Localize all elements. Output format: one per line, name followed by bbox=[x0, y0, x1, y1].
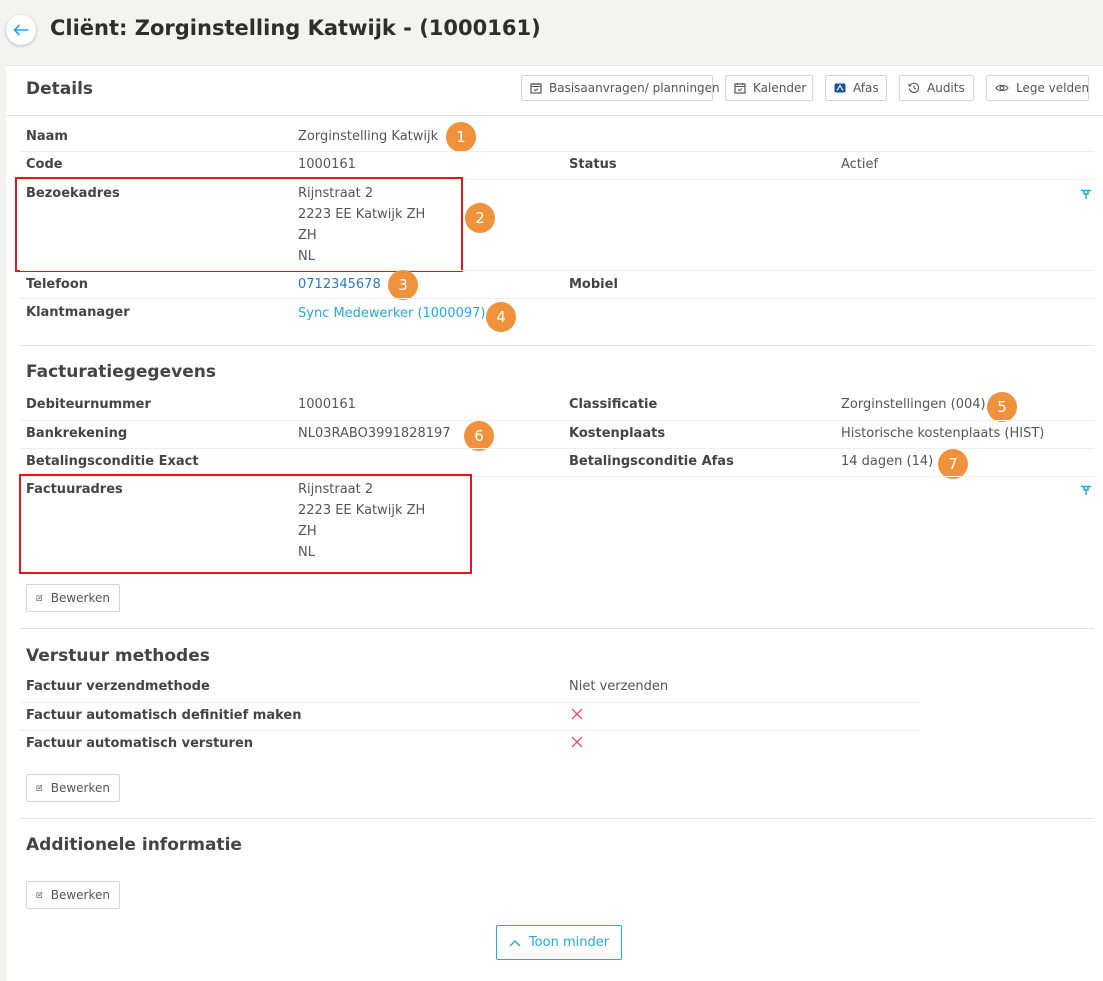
basisaanvragen-button[interactable]: Basisaanvragen/ planningen bbox=[521, 75, 720, 101]
close-icon bbox=[571, 708, 583, 720]
section-divider bbox=[20, 818, 1094, 819]
toon-minder-button[interactable]: Toon minder bbox=[496, 925, 622, 960]
row-divider bbox=[20, 270, 1094, 271]
lege-velden-button[interactable]: Lege velden bbox=[986, 75, 1089, 101]
section-divider bbox=[20, 345, 1094, 346]
lege-velden-label: Lege velden bbox=[1016, 81, 1090, 95]
verstuur-edit-button[interactable]: Bewerken bbox=[26, 774, 120, 802]
betalingsconditie-exact-label: Betalingsconditie Exact bbox=[26, 454, 199, 469]
callout-badge-3: 3 bbox=[388, 270, 418, 300]
edit-label: Bewerken bbox=[50, 781, 110, 795]
callout-badge-5: 5 bbox=[987, 392, 1017, 422]
naam-value: Zorginstelling Katwijk bbox=[298, 129, 439, 144]
pin-icon[interactable] bbox=[1080, 188, 1092, 200]
verzendmethode-label: Factuur verzendmethode bbox=[26, 679, 210, 694]
mobiel-label: Mobiel bbox=[569, 277, 618, 292]
pin-icon[interactable] bbox=[1080, 484, 1092, 496]
callout-badge-1: 1 bbox=[446, 122, 476, 152]
row-divider bbox=[20, 448, 1094, 449]
klantmanager-label: Klantmanager bbox=[26, 305, 130, 320]
back-button[interactable] bbox=[6, 15, 36, 45]
kalender-label: Kalender bbox=[753, 81, 807, 95]
page-title: Cliënt: Zorginstelling Katwijk - (100016… bbox=[50, 16, 541, 40]
row-divider bbox=[20, 151, 1094, 152]
audits-label: Audits bbox=[927, 81, 965, 95]
debiteurnummer-label: Debiteurnummer bbox=[26, 397, 151, 412]
arrow-left-icon bbox=[13, 24, 29, 36]
bankrekening-label: Bankrekening bbox=[26, 426, 128, 441]
close-icon bbox=[571, 736, 583, 748]
highlight-box bbox=[19, 474, 472, 574]
row-divider bbox=[20, 702, 920, 703]
naam-label: Naam bbox=[26, 129, 68, 144]
classificatie-label: Classificatie bbox=[569, 397, 658, 412]
audits-button[interactable]: Audits bbox=[899, 75, 974, 101]
afas-icon bbox=[834, 83, 846, 93]
callout-badge-6: 6 bbox=[464, 421, 494, 451]
row-divider bbox=[20, 420, 1094, 421]
betalingsconditie-afas-value: 14 dagen (14) bbox=[841, 454, 934, 469]
facturatie-edit-button[interactable]: Bewerken bbox=[26, 584, 120, 612]
calendar-icon bbox=[734, 83, 746, 94]
kostenplaats-value: Historische kostenplaats (HIST) bbox=[841, 426, 1045, 441]
definitief-label: Factuur automatisch definitief maken bbox=[26, 708, 302, 723]
callout-badge-7: 7 bbox=[938, 449, 968, 479]
basisaanvragen-label: Basisaanvragen/ planningen bbox=[549, 81, 720, 95]
row-divider bbox=[20, 730, 920, 731]
details-title: Details bbox=[26, 79, 94, 99]
status-label: Status bbox=[569, 157, 617, 172]
edit-icon bbox=[36, 784, 43, 791]
kostenplaats-label: Kostenplaats bbox=[569, 426, 666, 441]
versturen-label: Factuur automatisch versturen bbox=[26, 736, 254, 751]
chevron-up-icon bbox=[509, 939, 521, 946]
classificatie-value: Zorginstellingen (004) bbox=[841, 397, 986, 412]
bankrekening-value: NL03RABO3991828197 bbox=[298, 426, 451, 441]
kalender-button[interactable]: Kalender bbox=[725, 75, 813, 101]
calendar-icon bbox=[530, 83, 542, 94]
telefoon-label: Telefoon bbox=[26, 277, 89, 292]
eye-icon bbox=[995, 84, 1009, 92]
verstuur-title: Verstuur methodes bbox=[26, 646, 210, 666]
code-label: Code bbox=[26, 157, 63, 172]
callout-badge-4: 4 bbox=[486, 302, 516, 332]
betalingsconditie-afas-label: Betalingsconditie Afas bbox=[569, 454, 734, 469]
edit-label: Bewerken bbox=[50, 888, 110, 902]
highlight-box bbox=[15, 177, 463, 272]
edit-icon bbox=[36, 891, 43, 898]
debiteurnummer-value: 1000161 bbox=[298, 397, 356, 412]
history-icon bbox=[908, 82, 920, 93]
toon-minder-label: Toon minder bbox=[528, 935, 610, 950]
edit-label: Bewerken bbox=[50, 591, 110, 605]
section-divider bbox=[20, 628, 1094, 629]
status-value: Actief bbox=[841, 157, 879, 172]
afas-label: Afas bbox=[853, 81, 879, 95]
telefoon-link[interactable]: 0712345678 bbox=[298, 277, 381, 292]
code-value: 1000161 bbox=[298, 157, 356, 172]
additioneel-edit-button[interactable]: Bewerken bbox=[26, 881, 120, 909]
afas-button[interactable]: Afas bbox=[825, 75, 887, 101]
klantmanager-link[interactable]: Sync Medewerker (1000097) bbox=[298, 306, 485, 321]
verzendmethode-value: Niet verzenden bbox=[569, 679, 669, 694]
row-divider bbox=[20, 298, 1094, 299]
callout-badge-2: 2 bbox=[465, 203, 495, 233]
divider bbox=[6, 115, 1103, 116]
additioneel-title: Additionele informatie bbox=[26, 835, 242, 855]
edit-icon bbox=[36, 594, 43, 601]
facturatie-title: Facturatiegegevens bbox=[26, 362, 216, 382]
